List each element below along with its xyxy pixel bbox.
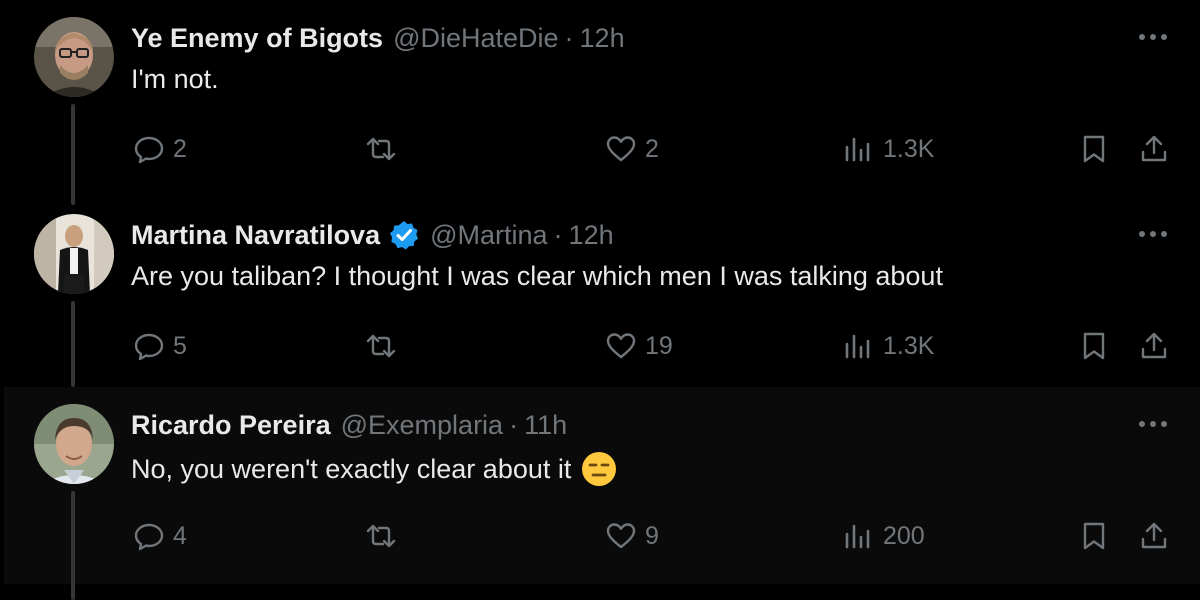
bookmark-button[interactable] xyxy=(1078,325,1110,367)
tweet-header: Ricardo Pereira @Exemplaria · 11h xyxy=(131,407,567,443)
separator-dot: · xyxy=(509,409,519,440)
timestamp[interactable]: 12h xyxy=(569,220,614,251)
like-button[interactable]: 2 xyxy=(605,128,659,170)
bar-chart-icon xyxy=(845,334,870,359)
display-name[interactable]: Martina Navratilova xyxy=(131,220,380,251)
share-upload-icon xyxy=(1141,135,1167,162)
tweet-text-content: No, you weren't exactly clear about it xyxy=(131,453,572,484)
action-bar: 5 19 1.3K xyxy=(0,325,1200,367)
tweet-text: I'm not. xyxy=(131,64,219,95)
bookmark-button[interactable] xyxy=(1078,515,1110,557)
like-count: 9 xyxy=(645,521,659,550)
expressionless-face-emoji xyxy=(581,451,617,487)
reply-count: 5 xyxy=(173,331,187,360)
heart-icon xyxy=(606,523,636,549)
heart-icon xyxy=(606,333,636,359)
like-button[interactable]: 9 xyxy=(605,515,659,557)
reply-count: 4 xyxy=(173,521,187,550)
like-count: 19 xyxy=(645,331,673,360)
more-dots-icon[interactable] xyxy=(1136,409,1170,439)
separator-dot: · xyxy=(564,22,574,53)
verified-badge-icon xyxy=(388,219,420,251)
display-name[interactable]: Ye Enemy of Bigots xyxy=(131,23,383,54)
tweet-highlighted[interactable]: Ricardo Pereira @Exemplaria · 11h No, yo… xyxy=(0,387,1200,600)
tweet-header: Ye Enemy of Bigots @DieHateDie · 12h xyxy=(131,20,625,56)
tweet-text: Are you taliban? I thought I was clear w… xyxy=(131,261,943,292)
view-count: 1.3K xyxy=(883,134,935,163)
separator-dot: · xyxy=(553,219,563,250)
bookmark-button[interactable] xyxy=(1078,128,1110,170)
views-button[interactable]: 1.3K xyxy=(843,325,934,367)
more-dots-icon[interactable] xyxy=(1136,22,1170,52)
thread-line xyxy=(71,189,75,205)
avatar[interactable] xyxy=(34,404,114,484)
display-name[interactable]: Ricardo Pereira xyxy=(131,410,331,441)
retweet-button[interactable] xyxy=(365,128,405,170)
bookmark-icon xyxy=(1083,522,1105,550)
avatar[interactable] xyxy=(34,17,114,97)
tweet-header: Martina Navratilova @Martina · 12h xyxy=(131,217,614,253)
speech-bubble-icon xyxy=(134,136,164,164)
share-button[interactable] xyxy=(1138,325,1170,367)
views-button[interactable]: 200 xyxy=(843,515,925,557)
action-bar: 4 9 200 xyxy=(0,515,1200,557)
bar-chart-icon xyxy=(845,524,870,549)
user-handle[interactable]: @DieHateDie xyxy=(393,23,558,54)
share-upload-icon xyxy=(1141,522,1167,549)
share-button[interactable] xyxy=(1138,515,1170,557)
heart-icon xyxy=(606,136,636,162)
like-button[interactable]: 19 xyxy=(605,325,673,367)
reply-count: 2 xyxy=(173,134,187,163)
share-upload-icon xyxy=(1141,332,1167,359)
retweet-arrows-icon xyxy=(366,524,396,548)
more-dots-icon[interactable] xyxy=(1136,219,1170,249)
bookmark-icon xyxy=(1083,332,1105,360)
retweet-arrows-icon xyxy=(366,334,396,358)
views-button[interactable]: 1.3K xyxy=(843,128,934,170)
bookmark-icon xyxy=(1083,135,1105,163)
view-count: 1.3K xyxy=(883,331,935,360)
reply-thread: Ye Enemy of Bigots @DieHateDie · 12h I'm… xyxy=(0,0,1200,600)
reply-button[interactable]: 4 xyxy=(133,515,187,557)
user-handle[interactable]: @Martina xyxy=(430,220,547,251)
reply-button[interactable]: 2 xyxy=(133,128,187,170)
user-handle[interactable]: @Exemplaria xyxy=(341,410,503,441)
timestamp[interactable]: 12h xyxy=(580,23,625,54)
bar-chart-icon xyxy=(845,137,870,162)
view-count: 200 xyxy=(883,521,925,550)
share-button[interactable] xyxy=(1138,128,1170,170)
tweet-text-content: I'm not. xyxy=(131,64,219,94)
avatar[interactable] xyxy=(34,214,114,294)
tweet-text: No, you weren't exactly clear about it xyxy=(131,451,617,487)
reply-button[interactable]: 5 xyxy=(133,325,187,367)
speech-bubble-icon xyxy=(134,333,164,361)
tweet[interactable]: Ye Enemy of Bigots @DieHateDie · 12h I'm… xyxy=(0,0,1200,197)
like-count: 2 xyxy=(645,134,659,163)
timestamp[interactable]: 11h xyxy=(524,410,567,441)
retweet-button[interactable] xyxy=(365,515,405,557)
speech-bubble-icon xyxy=(134,523,164,551)
retweet-button[interactable] xyxy=(365,325,405,367)
action-bar: 2 2 1.3K xyxy=(0,128,1200,170)
tweet[interactable]: Martina Navratilova @Martina · 12h Are y… xyxy=(0,189,1200,394)
retweet-arrows-icon xyxy=(366,137,396,161)
tweet-text-content: Are you taliban? I thought I was clear w… xyxy=(131,261,943,291)
